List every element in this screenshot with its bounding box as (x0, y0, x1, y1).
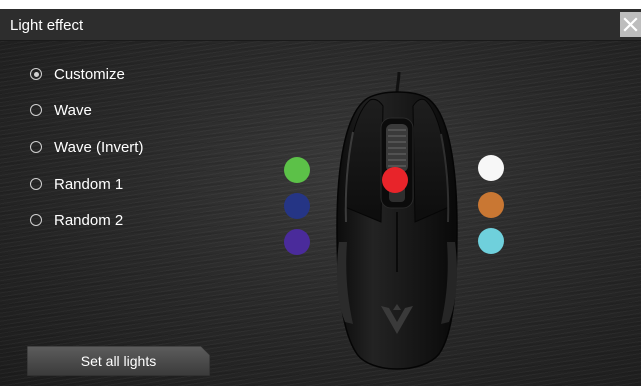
effect-option-label: Customize (54, 66, 125, 83)
effect-option-label: Random 1 (54, 176, 124, 193)
radio-button[interactable] (30, 178, 42, 190)
left-zone-2-swatch[interactable] (284, 193, 310, 219)
effect-option-label: Random 2 (54, 212, 124, 229)
right-zone-2-swatch[interactable] (478, 192, 504, 218)
mouse-icon (336, 71, 458, 370)
close-button[interactable] (620, 12, 641, 37)
set-all-lights-button[interactable]: Set all lights (27, 346, 210, 376)
left-zone-3-swatch[interactable] (284, 229, 310, 255)
radio-button[interactable] (30, 68, 42, 80)
radio-button[interactable] (30, 104, 42, 116)
close-icon (623, 17, 638, 32)
wheel-zone-swatch[interactable] (382, 167, 408, 193)
top-strip (0, 0, 641, 9)
window-title: Light effect (10, 17, 84, 34)
radio-selected-dot (33, 71, 39, 77)
effect-option-label: Wave (54, 102, 92, 119)
light-effect-window: Light effect Customize Wave Wave (Invert… (0, 0, 641, 386)
right-zone-1-swatch[interactable] (478, 155, 504, 181)
gaming-mouse-illustration (323, 71, 473, 378)
left-zone-1-swatch[interactable] (284, 157, 310, 183)
set-all-lights-label: Set all lights (80, 353, 157, 369)
radio-button[interactable] (30, 141, 42, 153)
effect-option-label: Wave (Invert) (54, 139, 144, 156)
radio-button[interactable] (30, 214, 42, 226)
right-zone-3-swatch[interactable] (478, 228, 504, 254)
title-bar (0, 9, 641, 41)
